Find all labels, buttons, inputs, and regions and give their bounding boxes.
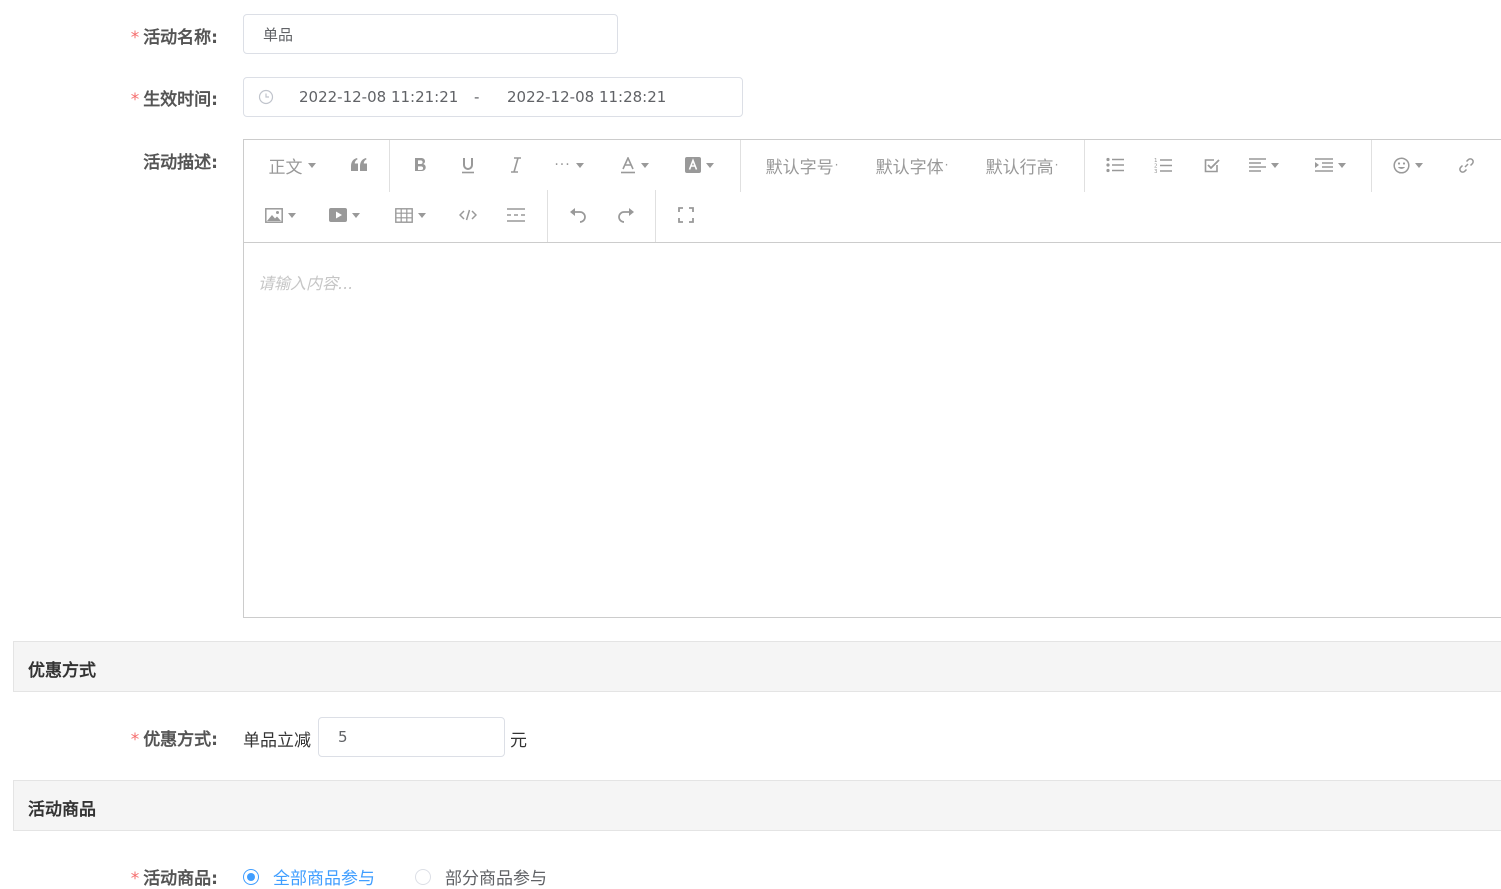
numbered-list-icon[interactable]: 123 xyxy=(1149,150,1177,180)
code-icon[interactable] xyxy=(454,200,482,230)
todo-icon[interactable] xyxy=(1197,150,1225,180)
discount-label: * 优惠方式: xyxy=(130,730,218,750)
font-size-dropdown[interactable]: 默认字号 · xyxy=(760,150,844,180)
table-icon[interactable] xyxy=(390,200,430,230)
goods-section-header: 活动商品 xyxy=(13,780,1501,831)
font-color-icon[interactable] xyxy=(614,150,654,180)
radio-all-goods[interactable]: 全部商品参与 xyxy=(243,864,375,889)
underline-icon[interactable] xyxy=(454,150,482,180)
section-title: 活动商品 xyxy=(28,800,96,820)
bg-color-icon[interactable] xyxy=(679,150,719,180)
discount-unit: 元 xyxy=(510,731,527,751)
goods-label: * 活动商品: xyxy=(130,869,218,889)
clock-icon xyxy=(258,78,274,116)
align-icon[interactable] xyxy=(1244,150,1284,180)
editor-toolbar: 正文 ··· 默认字号 · 默认字体 · 默认行高 · 1 2 3 xyxy=(244,140,1501,243)
bullet-list-icon[interactable] xyxy=(1101,150,1129,180)
section-title: 优惠方式 xyxy=(28,661,96,681)
end-time-input[interactable]: 2022-12-08 11:28:21 xyxy=(507,78,666,116)
description-label: 活动描述: xyxy=(143,153,218,173)
discount-prefix: 单品立减 xyxy=(243,731,311,751)
font-family-dropdown[interactable]: 默认字体 · xyxy=(870,150,954,180)
required-mark: * xyxy=(130,28,140,48)
link-icon[interactable] xyxy=(1452,150,1480,180)
undo-icon[interactable] xyxy=(564,200,592,230)
editor-placeholder[interactable]: 请输入内容... xyxy=(258,270,353,294)
required-mark: * xyxy=(130,90,140,110)
svg-text:3: 3 xyxy=(1154,169,1158,174)
date-range-picker[interactable]: 2022-12-08 11:21:21 - 2022-12-08 11:28:2… xyxy=(243,77,743,117)
bold-icon[interactable] xyxy=(406,150,434,180)
divider-icon[interactable] xyxy=(502,200,530,230)
more-icon[interactable]: ··· xyxy=(549,150,589,180)
redo-icon[interactable] xyxy=(612,200,640,230)
required-mark: * xyxy=(130,730,140,750)
paragraph-dropdown[interactable]: 正文 xyxy=(262,150,322,180)
activity-name-label: * 活动名称: xyxy=(130,28,218,48)
radio-unchecked-icon xyxy=(415,868,431,885)
discount-amount-input[interactable]: 5 xyxy=(318,717,505,757)
emoji-icon[interactable] xyxy=(1388,150,1428,180)
start-time-input[interactable]: 2022-12-08 11:21:21 xyxy=(299,78,458,116)
rich-text-editor: 正文 ··· 默认字号 · 默认字体 · 默认行高 · 1 2 3 请输入内容.… xyxy=(243,139,1501,618)
activity-name-input[interactable]: 单品 xyxy=(243,14,618,54)
radio-checked-icon xyxy=(243,868,259,885)
indent-icon[interactable] xyxy=(1310,150,1350,180)
italic-icon[interactable] xyxy=(502,150,530,180)
required-mark: * xyxy=(130,869,140,889)
radio-partial-goods[interactable]: 部分商品参与 xyxy=(415,864,547,889)
image-icon[interactable] xyxy=(260,200,300,230)
range-separator: - xyxy=(474,88,480,106)
discount-section-header: 优惠方式 xyxy=(13,641,1501,692)
quote-icon[interactable] xyxy=(344,150,374,180)
fullscreen-icon[interactable] xyxy=(672,200,700,230)
effective-time-label: * 生效时间: xyxy=(130,90,218,110)
line-height-dropdown[interactable]: 默认行高 · xyxy=(980,150,1064,180)
video-icon[interactable] xyxy=(324,200,364,230)
